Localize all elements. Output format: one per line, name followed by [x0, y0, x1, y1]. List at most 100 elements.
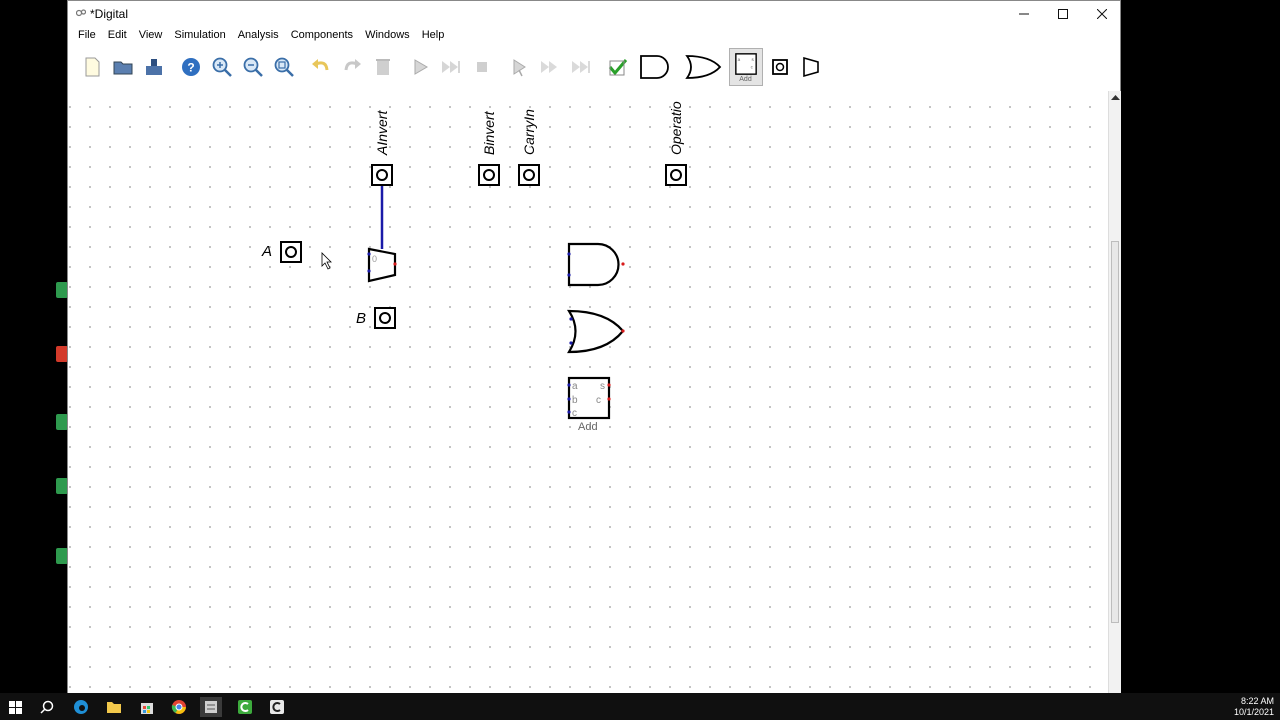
redo-button[interactable] [338, 53, 366, 81]
menu-file[interactable]: File [76, 28, 98, 42]
help-button[interactable]: ? [177, 53, 205, 81]
mux-select-label: 0 [372, 254, 377, 264]
input-pin-binvert[interactable] [478, 164, 500, 186]
menu-analysis[interactable]: Analysis [236, 28, 281, 42]
taskbar: 8:22 AM 10/1/2021 [0, 693, 1280, 720]
circuit-canvas[interactable]: 0 a b c s c Add A B AInvert Binvert Carr… [68, 91, 1108, 694]
start-simulation-button[interactable] [406, 53, 434, 81]
system-clock[interactable]: 8:22 AM 10/1/2021 [1234, 696, 1274, 718]
open-folder-icon [113, 61, 132, 75]
step-button[interactable] [505, 53, 533, 81]
delete-button[interactable] [369, 53, 397, 81]
analyse-button[interactable] [604, 53, 632, 81]
taskbar-store[interactable] [136, 697, 158, 717]
mouse-cursor-icon [321, 252, 332, 270]
adder-pin-co: c [596, 395, 601, 406]
digital-window: *Digital File Edit View Simulation Analy… [67, 0, 1121, 694]
input-pin-operation[interactable] [665, 164, 687, 186]
input-b-label: B [356, 310, 367, 327]
start-button[interactable] [4, 697, 26, 717]
close-button[interactable] [1082, 1, 1122, 26]
input-a-label: A [262, 243, 273, 260]
zoom-in-icon [212, 57, 232, 77]
taskbar-chrome[interactable] [168, 697, 190, 717]
desktop-icon-5[interactable] [54, 548, 68, 564]
multiplexer-component-button[interactable] [797, 53, 825, 81]
new-file-icon [85, 57, 99, 77]
and-gate-button[interactable] [635, 53, 679, 81]
desktop-icon-4[interactable] [54, 478, 68, 494]
input-pin-b[interactable] [374, 307, 396, 329]
minimize-icon [1019, 13, 1029, 14]
multiplexer-icon [802, 56, 819, 78]
taskbar-recorder[interactable] [266, 697, 288, 717]
vertical-scrollbar[interactable] [1108, 91, 1121, 694]
zoom-in-button[interactable] [208, 53, 236, 81]
menu-windows[interactable]: Windows [363, 28, 412, 42]
stop-button[interactable] [468, 53, 496, 81]
skip-to-end-icon [571, 61, 590, 73]
taskbar-file-explorer[interactable] [103, 697, 125, 717]
windows-logo-icon [8, 700, 22, 714]
adder-label: Add [578, 421, 598, 433]
desktop-icon-2[interactable] [54, 346, 68, 362]
zoom-out-button[interactable] [239, 53, 267, 81]
step-icon [513, 59, 526, 77]
or-gate-button[interactable] [682, 53, 726, 81]
zoom-fit-button[interactable] [270, 53, 298, 81]
title-bar[interactable]: *Digital [68, 1, 1120, 26]
run-to-end-button[interactable] [567, 53, 595, 81]
and-gate-icon [639, 55, 669, 79]
taskbar-digital[interactable] [200, 697, 222, 717]
and-gate[interactable] [567, 242, 620, 287]
maximize-button[interactable] [1043, 1, 1083, 26]
close-icon [1097, 8, 1107, 19]
micro-step-icon [540, 61, 557, 73]
taskbar-camtasia[interactable] [234, 697, 256, 717]
minimize-button[interactable] [1004, 1, 1044, 26]
edge-browser-icon [74, 700, 88, 714]
menu-view[interactable]: View [137, 28, 165, 42]
input-binvert-label: Binvert [481, 111, 497, 155]
scroll-up-icon[interactable] [1110, 93, 1121, 103]
delete-icon [375, 59, 390, 75]
desktop-icon-1[interactable] [54, 282, 68, 298]
input-pin-carryin[interactable] [518, 164, 540, 186]
menu-help[interactable]: Help [420, 28, 447, 42]
undo-icon [311, 59, 328, 71]
toolbar: ? a s c Add [76, 46, 1116, 88]
menu-edit[interactable]: Edit [106, 28, 129, 42]
run-to-break-button[interactable] [437, 53, 465, 81]
menu-bar: File Edit View Simulation Analysis Compo… [68, 26, 1120, 44]
micro-step-button[interactable] [536, 53, 564, 81]
search-button[interactable] [36, 697, 58, 717]
save-button[interactable] [140, 53, 168, 81]
scroll-thumb[interactable] [1111, 241, 1119, 623]
input-component-button[interactable] [766, 53, 794, 81]
undo-button[interactable] [307, 53, 335, 81]
adder-pin-b: b [572, 395, 578, 406]
taskbar-edge[interactable] [70, 697, 92, 717]
chrome-icon [171, 700, 186, 714]
menu-simulation[interactable]: Simulation [172, 28, 227, 42]
adder-pin-s: s [600, 381, 605, 392]
save-icon [145, 59, 162, 75]
or-gate[interactable] [566, 309, 625, 354]
svg-text:?: ? [187, 61, 194, 75]
input-pin-ainvert[interactable] [371, 164, 393, 186]
open-button[interactable] [109, 53, 137, 81]
circuit-drawing: 0 a b c s c Add [321, 186, 625, 433]
clock-time: 8:22 AM [1240, 696, 1274, 706]
checkmark-icon [608, 59, 627, 76]
store-icon [141, 703, 153, 714]
input-pin-a[interactable] [280, 241, 302, 263]
window-title: *Digital [90, 7, 129, 21]
adder-pin-c: c [572, 408, 577, 419]
add-component-label: Add [739, 75, 752, 83]
desktop-icon-3[interactable] [54, 414, 68, 430]
menu-components[interactable]: Components [289, 28, 355, 42]
new-button[interactable] [78, 53, 106, 81]
add-component-button[interactable]: asc Add [728, 48, 763, 86]
stop-icon [476, 62, 487, 72]
input-pin-icon [771, 59, 788, 75]
